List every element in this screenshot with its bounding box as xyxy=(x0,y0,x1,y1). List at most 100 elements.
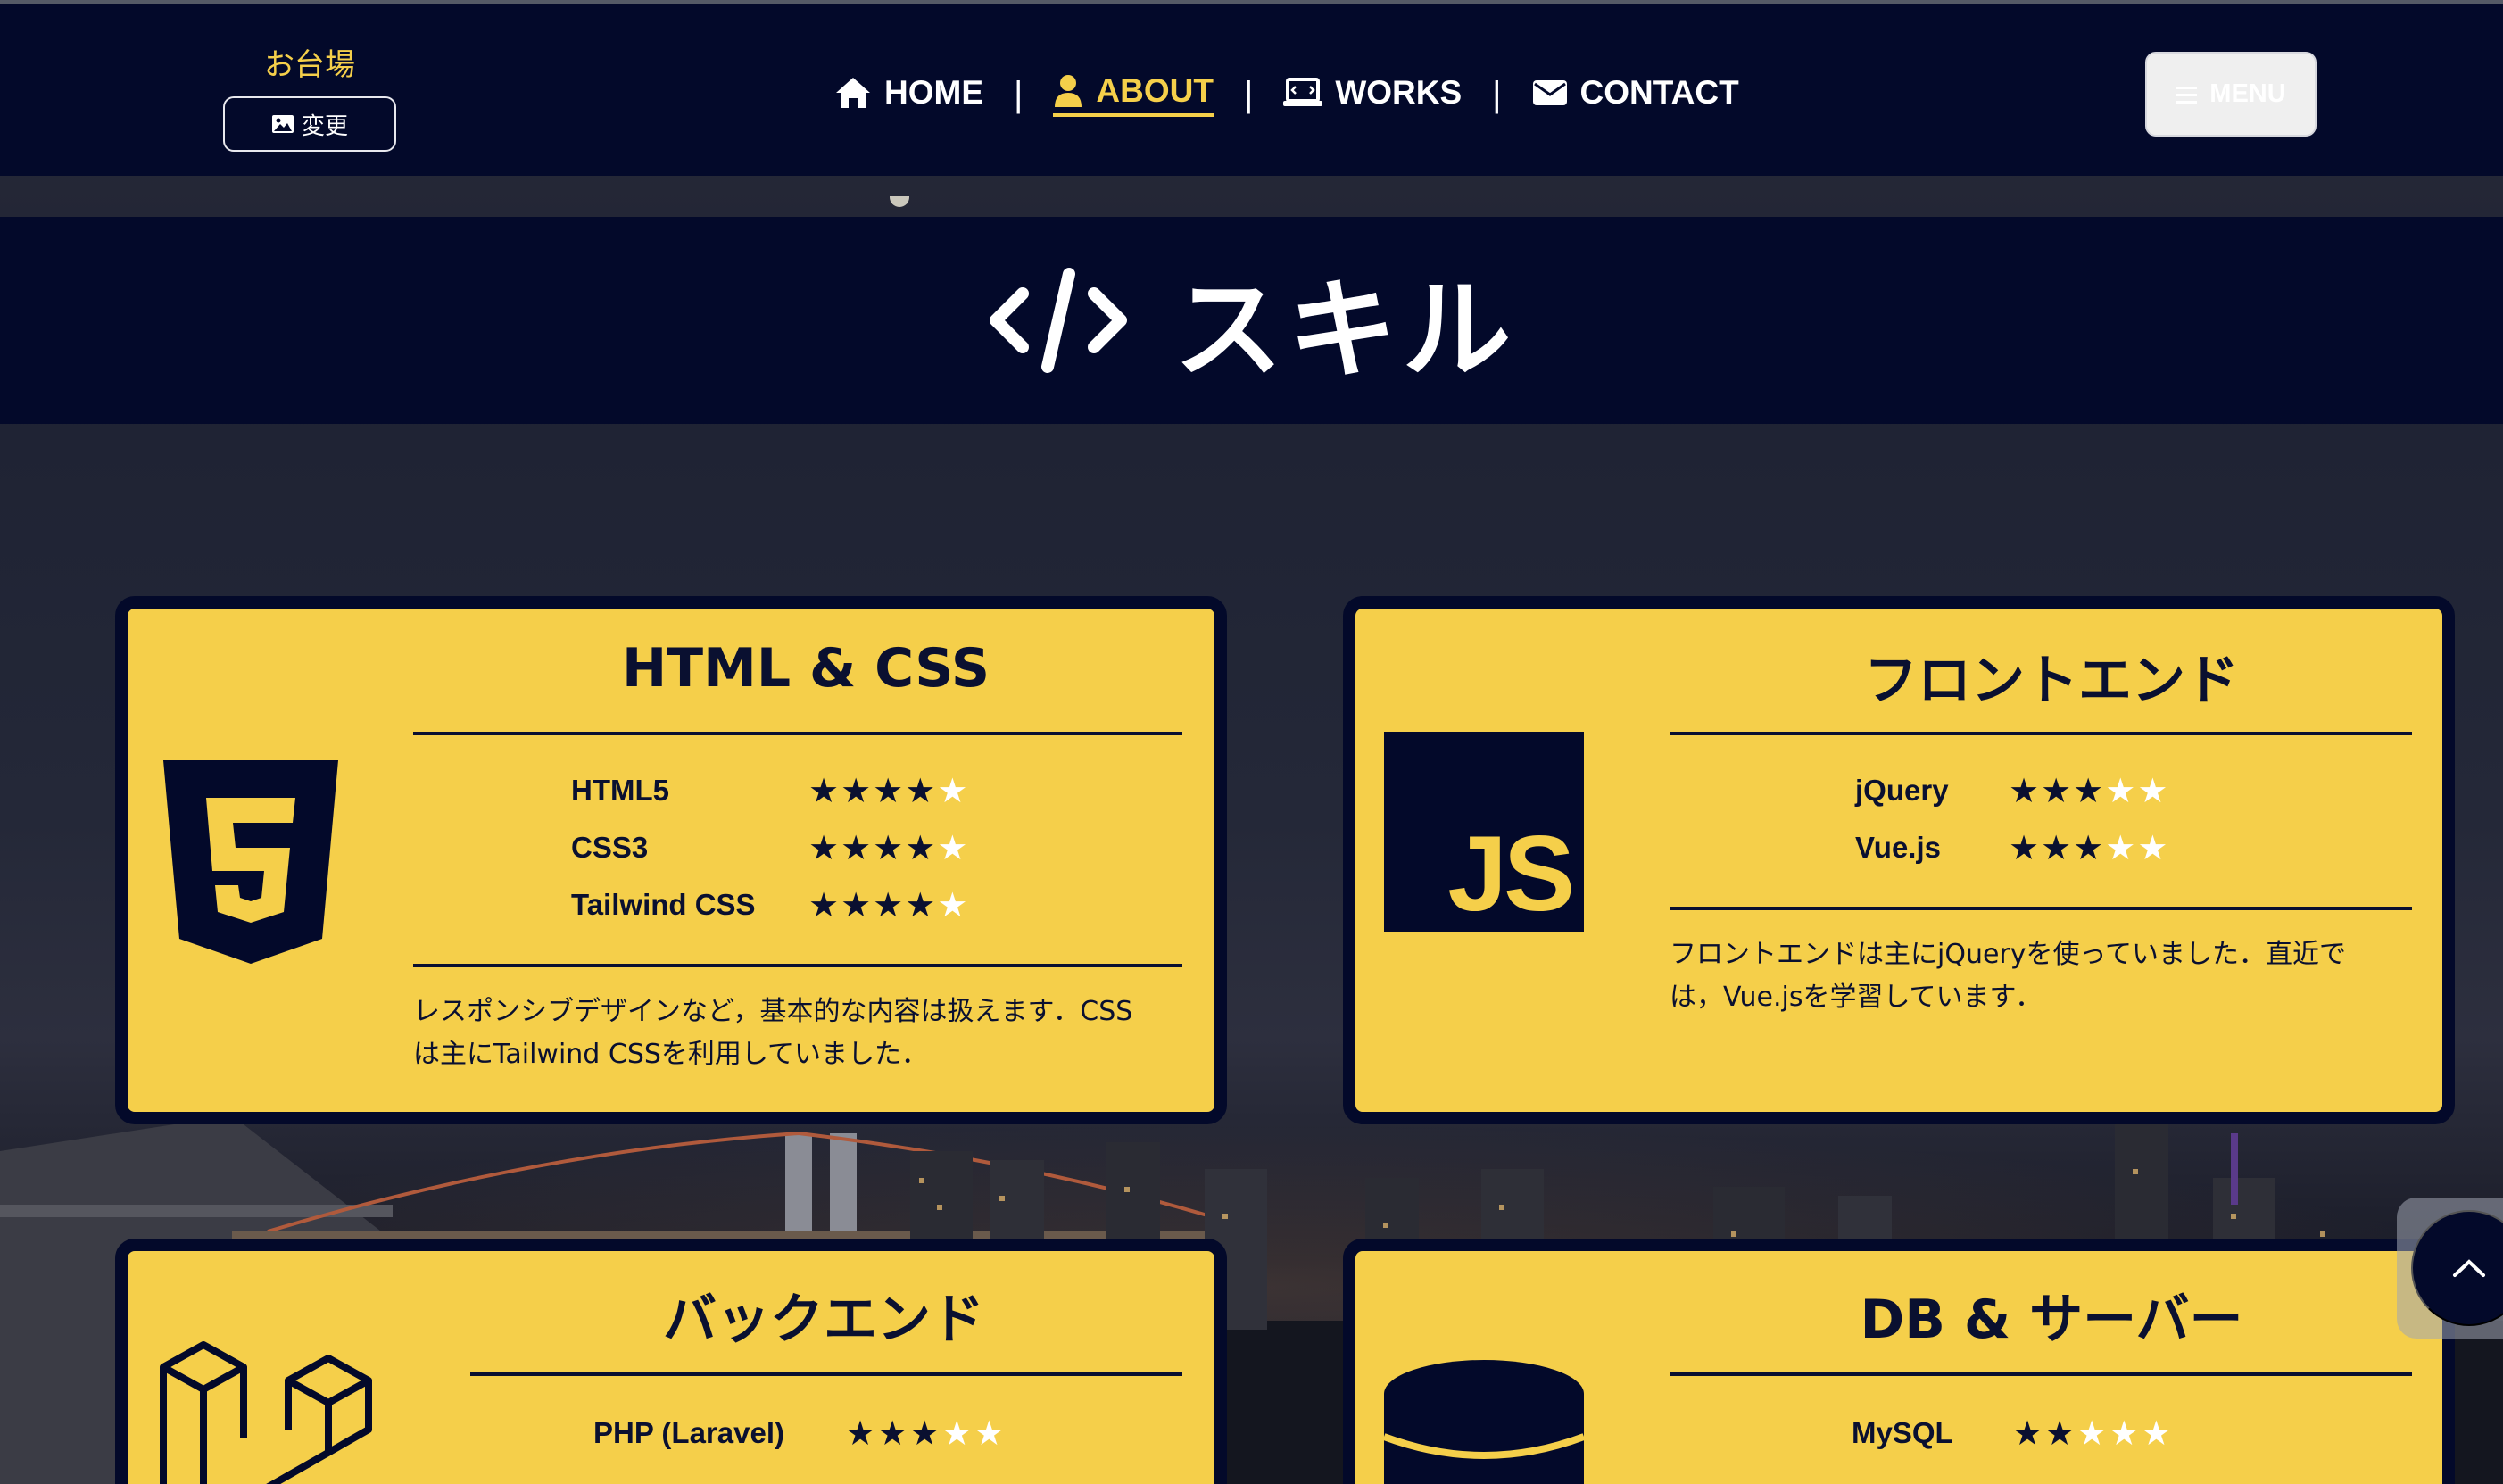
card-heading: フロントエンド xyxy=(1864,650,2239,712)
nav-contact-label: CONTACT xyxy=(1579,74,1739,111)
star-rating: ★ ★ ★ ★ ★ xyxy=(2009,774,2167,808)
card-description: レスポンシブデザインなど，基本的な内容は扱えます．CSS は主にTailwind… xyxy=(413,991,1198,1076)
nav-about-label: ABOUT xyxy=(1096,72,1214,109)
skill-list: MySQL ★ ★ ★ ★ ★ xyxy=(1852,1405,2171,1462)
star-empty-icon: ★ xyxy=(2137,828,2168,867)
star-rating: ★ ★ ★ ★ ★ xyxy=(808,774,967,808)
chevron-up-icon xyxy=(2453,1259,2485,1277)
card-heading: DB & サーバー xyxy=(1860,1289,2243,1351)
nav-separator: | xyxy=(1243,74,1254,114)
star-filled-icon: ★ xyxy=(2009,771,2040,810)
skill-list: HTML5 ★ ★ ★ ★ ★ CSS3 ★ ★ ★ ★ ★ Tailwind CSS ★ ★ ★ ★… xyxy=(571,762,967,933)
star-filled-icon: ★ xyxy=(905,771,936,810)
html5-icon xyxy=(163,760,338,964)
skill-name: MySQL xyxy=(1852,1416,1953,1449)
site-header: お台場 変更 HOME | ABOUT | WORKS | CONTACT ME… xyxy=(0,4,2503,176)
image-icon xyxy=(271,115,294,133)
star-filled-icon: ★ xyxy=(873,771,904,810)
menu-button-label: MENU xyxy=(2209,79,2286,108)
skill-list: PHP (Laravel) ★ ★ ★ ★ ★ xyxy=(593,1405,1004,1462)
star-filled-icon: ★ xyxy=(2044,1414,2076,1453)
javascript-icon: JS xyxy=(1384,732,1584,933)
skill-card-frontend: JS フロントエンド jQuery ★ ★ ★ ★ ★ Vue.js ★ ★ ★ ★ ★ フロン… xyxy=(1343,596,2455,1124)
skill-card-backend: バックエンド PHP (Laravel) ★ ★ ★ ★ ★ xyxy=(115,1239,1227,1484)
star-filled-icon: ★ xyxy=(808,828,840,867)
user-icon xyxy=(1055,75,1082,107)
skill-name: Tailwind CSS xyxy=(571,888,756,921)
nav-separator: | xyxy=(1492,74,1502,114)
star-filled-icon: ★ xyxy=(808,885,840,924)
star-filled-icon: ★ xyxy=(845,1414,876,1453)
star-empty-icon: ★ xyxy=(937,771,968,810)
star-filled-icon: ★ xyxy=(905,828,936,867)
divider xyxy=(413,732,1182,735)
star-empty-icon: ★ xyxy=(2141,1414,2172,1453)
divider xyxy=(413,964,1182,967)
location-switcher: お台場 変更 xyxy=(223,40,396,152)
code-icon xyxy=(989,268,1127,373)
nav-contact[interactable]: CONTACT xyxy=(1532,74,1739,115)
star-filled-icon: ★ xyxy=(905,885,936,924)
divider xyxy=(1670,1372,2412,1376)
star-rating: ★ ★ ★ ★ ★ xyxy=(808,831,967,865)
star-filled-icon: ★ xyxy=(909,1414,941,1453)
star-empty-icon: ★ xyxy=(2137,771,2168,810)
star-filled-icon: ★ xyxy=(841,771,872,810)
skill-name: CSS3 xyxy=(571,831,649,864)
star-filled-icon: ★ xyxy=(2012,1414,2043,1453)
change-button-label: 変更 xyxy=(301,112,348,139)
star-filled-icon: ★ xyxy=(841,885,872,924)
main-nav: HOME | ABOUT | WORKS | CONTACT xyxy=(834,67,1739,122)
star-filled-icon: ★ xyxy=(2073,771,2104,810)
star-empty-icon: ★ xyxy=(2076,1414,2108,1453)
star-empty-icon: ★ xyxy=(937,828,968,867)
skill-row: CSS3 ★ ★ ★ ★ ★ xyxy=(571,819,967,876)
divider xyxy=(470,1372,1182,1376)
laptop-icon xyxy=(1283,78,1323,106)
star-filled-icon: ★ xyxy=(2073,828,2104,867)
skill-row: MySQL ★ ★ ★ ★ ★ xyxy=(1852,1405,2171,1462)
nav-home-label: HOME xyxy=(884,74,983,111)
star-empty-icon: ★ xyxy=(2105,771,2136,810)
change-background-button[interactable]: 変更 xyxy=(223,96,396,152)
skill-card-db-server: DB & サーバー MySQL ★ ★ ★ ★ ★ xyxy=(1343,1239,2455,1484)
star-empty-icon: ★ xyxy=(937,885,968,924)
divider xyxy=(1670,907,2412,910)
divider xyxy=(1670,732,2412,735)
star-filled-icon: ★ xyxy=(2041,828,2072,867)
description-line: レスポンシブデザインなど，基本的な内容は扱えます．CSS xyxy=(413,996,1133,1027)
star-filled-icon: ★ xyxy=(808,771,840,810)
skill-row: HTML5 ★ ★ ★ ★ ★ xyxy=(571,762,967,819)
card-heading: バックエンド xyxy=(663,1289,984,1351)
description-line: は，Vue.jsを学習しています． xyxy=(1670,982,2043,1013)
nav-separator: | xyxy=(1014,74,1024,114)
star-filled-icon: ★ xyxy=(841,828,872,867)
menu-button[interactable]: MENU xyxy=(2145,52,2317,137)
hamburger-icon xyxy=(2176,86,2198,104)
skill-row: jQuery ★ ★ ★ ★ ★ xyxy=(1855,762,2167,819)
star-empty-icon: ★ xyxy=(2105,828,2136,867)
star-empty-icon: ★ xyxy=(974,1414,1005,1453)
section-title-bar: スキル xyxy=(0,217,2503,424)
star-filled-icon: ★ xyxy=(877,1414,908,1453)
description-line: フロントエンドは主にjQueryを使っていました．直近で xyxy=(1670,939,2347,970)
star-empty-icon: ★ xyxy=(941,1414,973,1453)
location-label: お台場 xyxy=(264,47,355,83)
star-rating: ★ ★ ★ ★ ★ xyxy=(845,1416,1004,1450)
star-rating: ★ ★ ★ ★ ★ xyxy=(2012,1416,2171,1450)
skill-row: Vue.js ★ ★ ★ ★ ★ xyxy=(1855,819,2167,876)
laravel-icon xyxy=(160,1341,372,1484)
description-line: は主にTailwind CSSを利用していました． xyxy=(413,1039,929,1070)
nav-home[interactable]: HOME xyxy=(834,74,983,115)
nav-about[interactable]: ABOUT xyxy=(1053,72,1214,117)
card-description: フロントエンドは主にjQueryを使っていました．直近で は，Vue.jsを学習… xyxy=(1670,933,2437,1019)
star-filled-icon: ★ xyxy=(2009,828,2040,867)
star-rating: ★ ★ ★ ★ ★ xyxy=(2009,831,2167,865)
nav-works-label: WORKS xyxy=(1335,74,1463,111)
database-icon xyxy=(1384,1360,1584,1484)
skill-row: PHP (Laravel) ★ ★ ★ ★ ★ xyxy=(593,1405,1004,1462)
skill-name: Vue.js xyxy=(1855,831,1941,864)
nav-works[interactable]: WORKS xyxy=(1283,74,1462,115)
skill-name: jQuery xyxy=(1855,774,1949,807)
skill-row: Tailwind CSS ★ ★ ★ ★ ★ xyxy=(571,876,967,933)
